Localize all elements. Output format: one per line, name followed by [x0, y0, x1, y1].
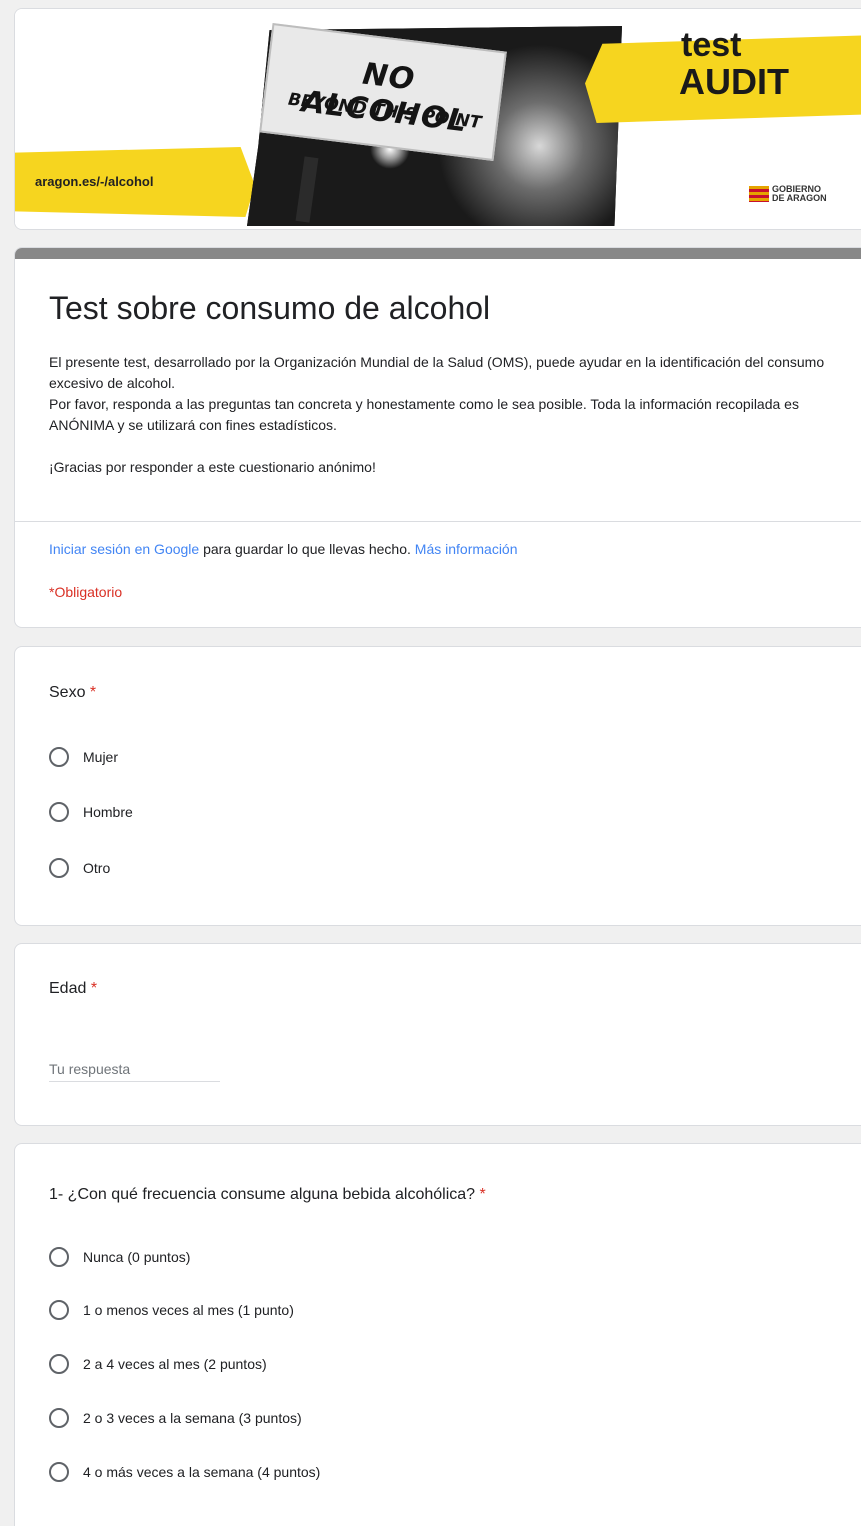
- header-top-strip: [15, 248, 861, 259]
- radio-button[interactable]: [49, 1300, 69, 1320]
- form-header-card: Test sobre consumo de alcohol El present…: [14, 247, 861, 628]
- radio-button[interactable]: [49, 1462, 69, 1482]
- signin-link[interactable]: Iniciar sesión en Google: [49, 541, 199, 557]
- signin-text: para guardar lo que llevas hecho.: [199, 541, 415, 557]
- question-frecuencia-card: 1- ¿Con qué frecuencia consume alguna be…: [14, 1143, 861, 1526]
- radio-button[interactable]: [49, 747, 69, 767]
- question-title: Edad *: [49, 980, 97, 998]
- question-title: 1- ¿Con qué frecuencia consume alguna be…: [49, 1186, 486, 1204]
- radio-button[interactable]: [49, 802, 69, 822]
- banner-test-label: test: [681, 26, 742, 64]
- radio-label[interactable]: Hombre: [83, 804, 133, 820]
- gobierno-aragon-logo: GOBIERNO DE ARAGON: [749, 185, 827, 203]
- radio-option[interactable]: Hombre: [49, 802, 133, 822]
- question-title: Sexo *: [49, 684, 96, 702]
- edad-answer-input[interactable]: [49, 1056, 220, 1082]
- radio-label[interactable]: 2 a 4 veces al mes (2 puntos): [83, 1356, 267, 1372]
- gov-logo-line-2: DE ARAGON: [772, 193, 827, 203]
- radio-button[interactable]: [49, 1247, 69, 1267]
- form-title: Test sobre consumo de alcohol: [49, 290, 491, 326]
- radio-option[interactable]: Nunca (0 puntos): [49, 1247, 190, 1267]
- description-paragraph: Por favor, responda a las preguntas tan …: [49, 396, 799, 433]
- aragon-flag-icon: [749, 186, 769, 202]
- radio-option[interactable]: 1 o menos veces al mes (1 punto): [49, 1300, 294, 1320]
- radio-option[interactable]: Otro: [49, 858, 110, 878]
- required-star: *: [89, 684, 97, 701]
- more-info-link[interactable]: Más información: [415, 541, 518, 557]
- banner-url-text: aragon.es/-/alcohol: [35, 174, 154, 189]
- description-paragraph: El presente test, desarrollado por la Or…: [49, 354, 825, 391]
- required-note: *Obligatorio: [49, 584, 123, 600]
- radio-label[interactable]: Otro: [83, 860, 110, 876]
- radio-label[interactable]: 2 o 3 veces a la semana (3 puntos): [83, 1410, 302, 1426]
- banner-audit-label: AUDIT: [679, 61, 789, 102]
- question-title-text: 1- ¿Con qué frecuencia consume alguna be…: [49, 1186, 476, 1203]
- radio-option[interactable]: 2 o 3 veces a la semana (3 puntos): [49, 1408, 302, 1428]
- radio-option[interactable]: Mujer: [49, 747, 118, 767]
- question-sexo-card: Sexo * Mujer Hombre Otro: [14, 646, 861, 926]
- description-paragraph: [49, 436, 839, 457]
- radio-option[interactable]: 2 a 4 veces al mes (2 puntos): [49, 1354, 267, 1374]
- header-divider: [15, 521, 861, 522]
- radio-label[interactable]: 4 o más veces a la semana (4 puntos): [83, 1464, 320, 1480]
- question-edad-card: Edad *: [14, 943, 861, 1126]
- radio-button[interactable]: [49, 858, 69, 878]
- form-banner: aragon.es/-/alcohol NO ALCOHOL BEYOND TH…: [14, 8, 861, 230]
- question-title-text: Edad: [49, 980, 87, 997]
- required-star: *: [479, 1186, 486, 1203]
- description-paragraph: ¡Gracias por responder a este cuestionar…: [49, 459, 376, 475]
- banner-image: aragon.es/-/alcohol NO ALCOHOL BEYOND TH…: [15, 9, 861, 229]
- form-description: El presente test, desarrollado por la Or…: [49, 352, 839, 478]
- radio-option[interactable]: 4 o más veces a la semana (4 puntos): [49, 1462, 320, 1482]
- signin-notice: Iniciar sesión en Google para guardar lo…: [49, 541, 518, 557]
- radio-label[interactable]: Mujer: [83, 749, 118, 765]
- question-title-text: Sexo: [49, 684, 86, 701]
- radio-label[interactable]: 1 o menos veces al mes (1 punto): [83, 1302, 294, 1318]
- required-star: *: [90, 980, 98, 997]
- radio-button[interactable]: [49, 1408, 69, 1428]
- radio-label[interactable]: Nunca (0 puntos): [83, 1249, 190, 1265]
- radio-button[interactable]: [49, 1354, 69, 1374]
